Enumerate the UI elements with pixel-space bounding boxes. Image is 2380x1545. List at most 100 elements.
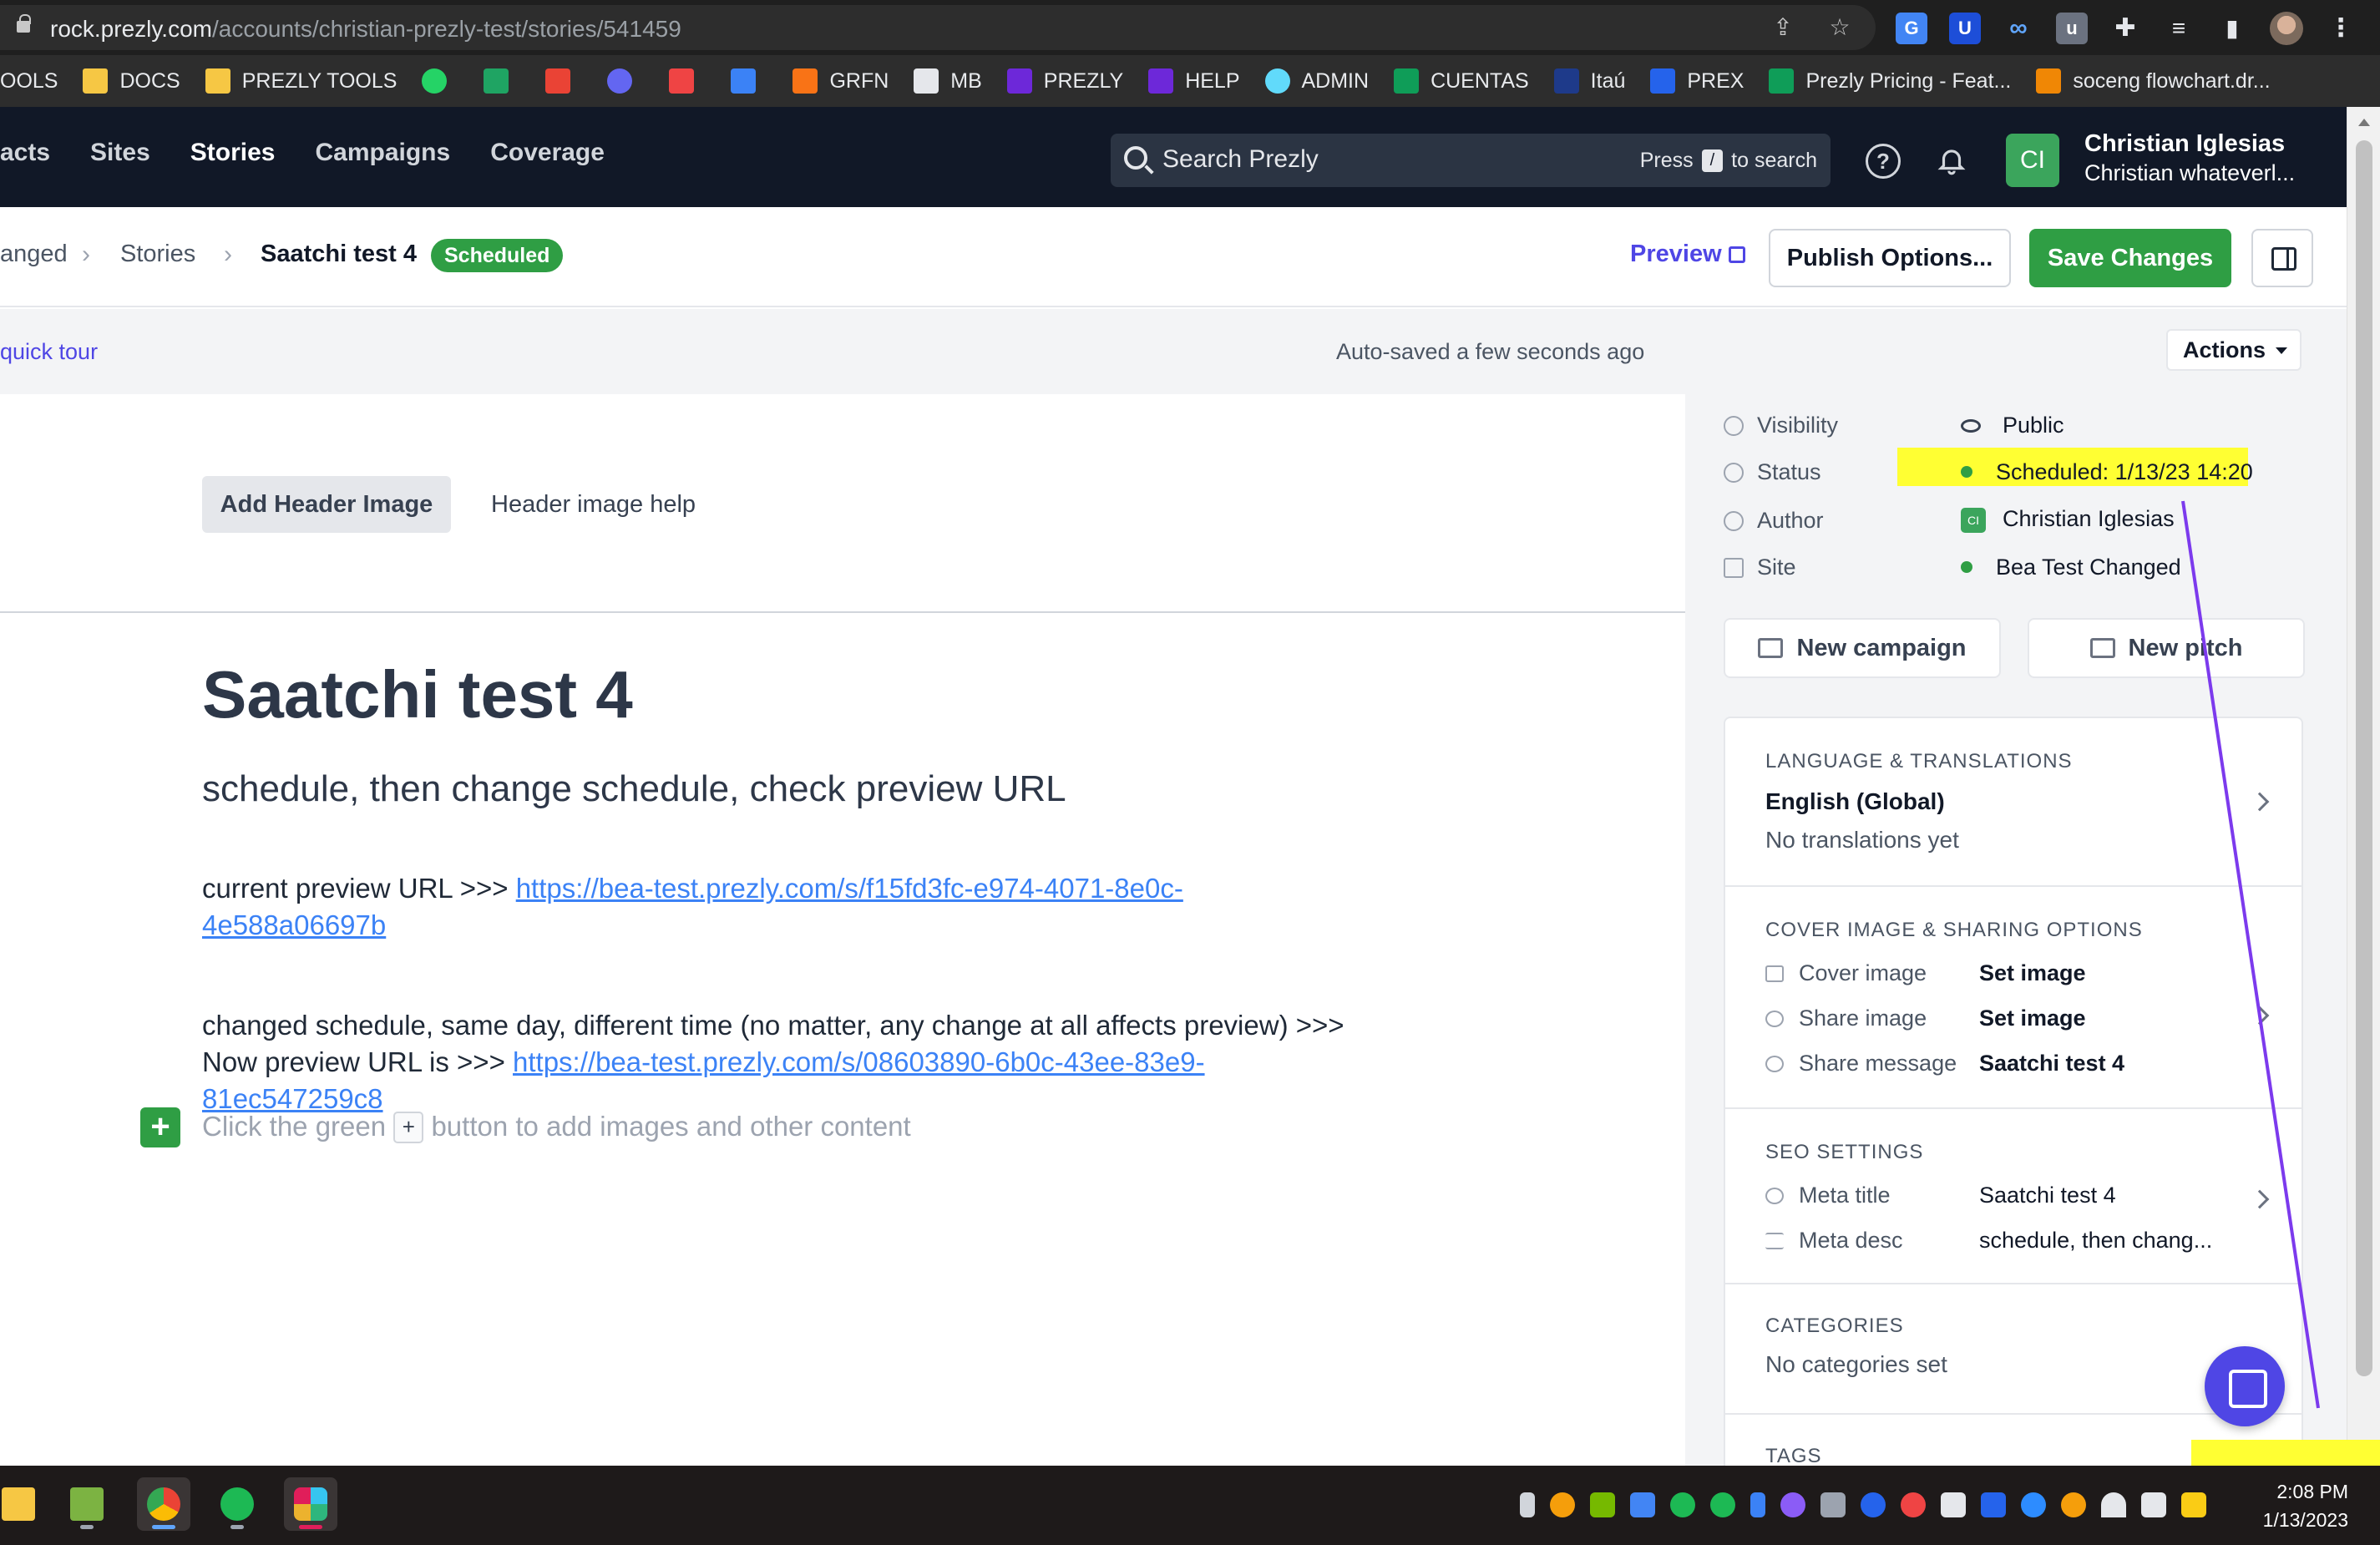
taskbar-notepad[interactable]: [60, 1477, 114, 1531]
nvidia-icon[interactable]: [1590, 1492, 1615, 1517]
bookmark-item[interactable]: DOCS: [83, 68, 180, 94]
obs-icon[interactable]: [1780, 1492, 1805, 1517]
page-scrollbar[interactable]: [2347, 107, 2380, 1466]
story-title[interactable]: Saatchi test 4: [202, 656, 633, 733]
bookmark-item[interactable]: Prezly Pricing - Feat...: [1769, 68, 2011, 94]
link-extension-icon[interactable]: ∞: [2003, 13, 2034, 44]
bookmark-item[interactable]: [422, 68, 458, 94]
status-value[interactable]: Scheduled: 1/13/23 14:20: [1961, 459, 2253, 485]
share-icon[interactable]: ⇪: [1769, 13, 1797, 42]
zoom-icon[interactable]: [2021, 1492, 2046, 1517]
bookmark-item[interactable]: [731, 68, 767, 94]
share-image-value[interactable]: Set image: [1979, 1006, 2086, 1031]
usb-icon[interactable]: [1520, 1492, 1535, 1517]
bookmark-item[interactable]: Itaú: [1553, 68, 1625, 94]
scroll-up-arrow-icon[interactable]: [2358, 119, 2370, 126]
search-box[interactable]: Press / to search: [1111, 134, 1831, 187]
profile-avatar-icon[interactable]: [2270, 12, 2303, 45]
ublock-extension-icon[interactable]: u: [2056, 13, 2088, 44]
search-input[interactable]: [1162, 145, 1597, 174]
nav-item-coverage[interactable]: Coverage: [490, 139, 605, 167]
vpn-shield-icon[interactable]: [1981, 1492, 2006, 1517]
preview-link[interactable]: Preview: [1630, 241, 1745, 268]
add-content-plus-button[interactable]: +: [140, 1107, 180, 1147]
notifications-bell-icon[interactable]: [1936, 144, 1967, 177]
bookmark-item[interactable]: GRFN: [792, 68, 889, 94]
site-value[interactable]: Bea Test Changed: [1961, 555, 2181, 580]
share-message-value[interactable]: Saatchi test 4: [1979, 1051, 2124, 1076]
keyboard-icon[interactable]: [1820, 1492, 1846, 1517]
spotify-tray-icon-2[interactable]: [1710, 1492, 1735, 1517]
bookmark-item[interactable]: [669, 68, 706, 94]
visibility-value[interactable]: Public: [1961, 413, 2064, 438]
bookmark-item[interactable]: OOLS: [0, 69, 58, 94]
wifi-icon[interactable]: [2101, 1492, 2126, 1517]
story-editor[interactable]: Add Header Image Header image help Saatc…: [0, 394, 1685, 1466]
address-bar[interactable]: rock.prezly.com/accounts/christian-prezl…: [0, 5, 1876, 50]
meta-title-value[interactable]: Saatchi test 4: [1979, 1183, 2116, 1208]
section-seo[interactable]: SEO SETTINGS Meta title Saatchi test 4 M…: [1725, 1109, 2302, 1284]
help-icon[interactable]: ?: [1866, 144, 1901, 179]
bookmark-item[interactable]: PREX: [1650, 68, 1744, 94]
side-panel-icon[interactable]: ▮: [2216, 13, 2248, 44]
nav-item-sites[interactable]: Sites: [90, 139, 150, 167]
taskbar-slack[interactable]: [284, 1477, 337, 1531]
paragraph-changed-url[interactable]: changed schedule, same day, different ti…: [202, 1007, 1355, 1117]
bookmark-star-icon[interactable]: ☆: [1826, 13, 1854, 42]
actions-dropdown[interactable]: Actions: [2166, 329, 2302, 371]
nav-item-acts[interactable]: acts: [0, 139, 50, 167]
new-campaign-button[interactable]: New campaign: [1724, 618, 2001, 678]
volume-icon[interactable]: [2141, 1492, 2166, 1517]
taskbar-chrome[interactable]: [137, 1477, 190, 1531]
bookmark-item[interactable]: [484, 68, 520, 94]
add-header-image-button[interactable]: Add Header Image: [202, 476, 451, 533]
author-value[interactable]: CI Christian Iglesias: [1961, 506, 2175, 533]
translate-extension-icon[interactable]: G: [1896, 13, 1927, 44]
user-account[interactable]: Christian whateverl...: [2084, 160, 2295, 186]
meta-desc-value[interactable]: schedule, then chang...: [1979, 1228, 2212, 1254]
media-control-icon[interactable]: ≡: [2163, 13, 2195, 44]
bookmark-item[interactable]: CUENTAS: [1394, 68, 1529, 94]
system-clock[interactable]: 2:08 PM 1/13/2023: [2255, 1477, 2348, 1534]
scroll-thumb[interactable]: [2356, 140, 2372, 1376]
bluetooth-icon[interactable]: [1750, 1492, 1765, 1517]
url-text[interactable]: rock.prezly.com/accounts/christian-prezl…: [50, 16, 681, 43]
bookmark-item[interactable]: PREZLY TOOLS: [205, 68, 397, 94]
section-language[interactable]: LANGUAGE & TRANSLATIONS English (Global)…: [1725, 718, 2302, 887]
story-subtitle[interactable]: schedule, then change schedule, check pr…: [202, 768, 1066, 810]
new-pitch-button[interactable]: New pitch: [2028, 618, 2305, 678]
quick-tour-link[interactable]: quick tour: [0, 339, 98, 365]
save-changes-button[interactable]: Save Changes: [2029, 229, 2231, 287]
bookmark-item[interactable]: HELP: [1148, 68, 1240, 94]
nav-item-campaigns[interactable]: Campaigns: [315, 139, 450, 167]
cloudflare-icon[interactable]: [1550, 1492, 1575, 1517]
publish-options-button[interactable]: Publish Options...: [1769, 229, 2011, 287]
search-tray-icon[interactable]: [2061, 1492, 2086, 1517]
nav-item-stories[interactable]: Stories: [190, 139, 276, 167]
user-name[interactable]: Christian Iglesias: [2084, 130, 2285, 158]
paragraph-current-url[interactable]: current preview URL >>> https://bea-test…: [202, 870, 1355, 944]
cover-image-value[interactable]: Set image: [1979, 960, 2086, 986]
support-chat-button[interactable]: [2205, 1346, 2285, 1426]
bookmark-item[interactable]: [607, 68, 644, 94]
bookmark-item[interactable]: PREZLY: [1006, 68, 1123, 94]
bookmark-item[interactable]: [545, 68, 582, 94]
chrome-tray-icon[interactable]: [1901, 1492, 1926, 1517]
user-avatar[interactable]: CI: [2006, 134, 2059, 187]
spotify-tray-icon[interactable]: [1670, 1492, 1695, 1517]
steam-icon[interactable]: [1861, 1492, 1886, 1517]
bookmark-item[interactable]: MB: [914, 68, 982, 94]
section-cover-image[interactable]: COVER IMAGE & SHARING OPTIONS Cover imag…: [1725, 887, 2302, 1109]
slack-tray-icon[interactable]: [1941, 1492, 1966, 1517]
chrome-menu-icon[interactable]: ⋮: [2325, 13, 2357, 44]
breadcrumb-site[interactable]: anged: [0, 241, 68, 268]
header-image-help-link[interactable]: Header image help: [491, 491, 696, 519]
battery-icon[interactable]: [2181, 1492, 2206, 1517]
breadcrumb-stories[interactable]: Stories: [120, 241, 195, 268]
drive-icon[interactable]: [1630, 1492, 1655, 1517]
taskbar-spotify[interactable]: [210, 1477, 264, 1531]
toggle-sidebar-button[interactable]: [2251, 229, 2313, 287]
shield-extension-icon[interactable]: U: [1949, 13, 1981, 44]
taskbar-file-explorer[interactable]: [0, 1477, 45, 1531]
puzzle-extensions-icon[interactable]: ✚: [2109, 13, 2141, 44]
